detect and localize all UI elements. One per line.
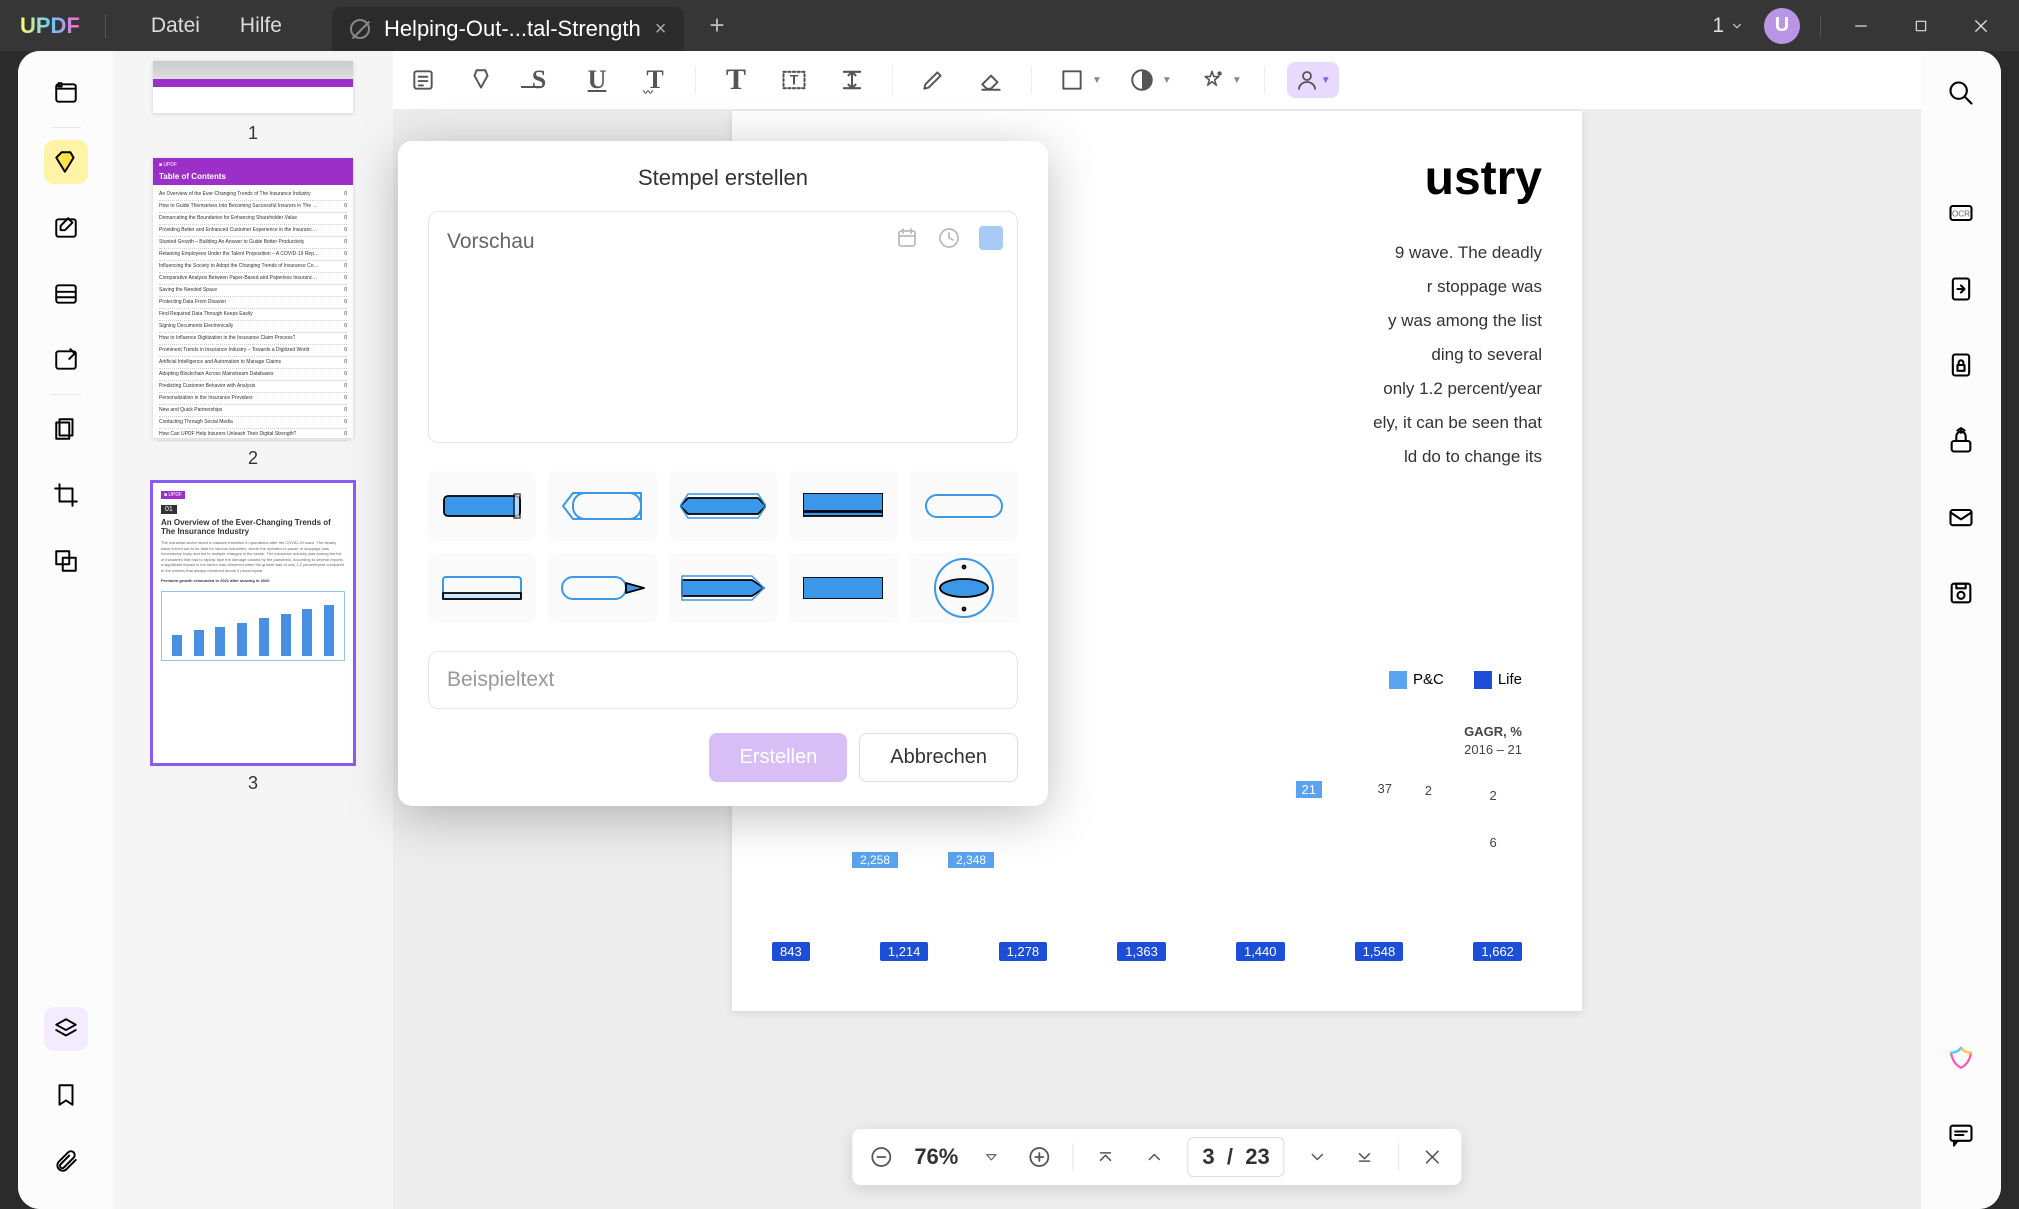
save-button[interactable] <box>1939 571 1983 615</box>
eraser-tool[interactable] <box>973 62 1009 98</box>
share-button[interactable] <box>1939 419 1983 463</box>
right-sidebar: OCR <box>1921 51 2001 1209</box>
prev-page-button[interactable] <box>1139 1142 1169 1172</box>
strikethrough-tool[interactable]: S <box>521 62 557 98</box>
date-toggle-icon[interactable] <box>895 226 919 250</box>
titlebar: UPDF Datei Hilfe Helping-Out-...tal-Stre… <box>0 0 2019 51</box>
shape-tool-dropdown[interactable]: ▼ <box>1054 62 1102 98</box>
zoom-dropdown[interactable] <box>976 1142 1006 1172</box>
stamp-shape-8[interactable] <box>669 553 777 623</box>
close-button[interactable] <box>1961 11 2001 41</box>
pagination-bar: 76% 3 / 23 <box>852 1129 1461 1185</box>
menu-file[interactable]: Datei <box>131 14 220 38</box>
document-tab[interactable]: Helping-Out-...tal-Strength × <box>332 7 684 51</box>
page-number-input[interactable]: 3 / 23 <box>1187 1137 1284 1177</box>
bookmarks-button[interactable] <box>44 1073 88 1117</box>
app-logo: UPDF <box>20 13 80 39</box>
pencil-tool[interactable] <box>915 62 951 98</box>
stamp-shape-5[interactable] <box>910 471 1018 541</box>
svg-text:T: T <box>790 72 799 88</box>
next-page-button[interactable] <box>1303 1142 1333 1172</box>
stamp-shape-9[interactable] <box>789 553 897 623</box>
minimize-button[interactable] <box>1841 11 1881 41</box>
organize-pages-button[interactable] <box>44 407 88 451</box>
thumbnail-1[interactable]: 1 <box>148 61 358 144</box>
textbox-tool[interactable]: T <box>776 62 812 98</box>
email-button[interactable] <box>1939 495 1983 539</box>
add-tab-button[interactable]: + <box>709 10 724 41</box>
chart-legend: P&C Life <box>1389 671 1522 689</box>
user-avatar[interactable]: U <box>1764 8 1800 44</box>
content-area: OCR 1 ■ UPDFTable of Contents An Overvie… <box>18 51 2001 1209</box>
cancel-button[interactable]: Abbrechen <box>859 733 1018 782</box>
close-pagination-button[interactable] <box>1418 1142 1448 1172</box>
page-tools-button[interactable] <box>44 272 88 316</box>
thumbnail-3[interactable]: ■ UPDF 01 An Overview of the Ever-Changi… <box>148 483 358 794</box>
dialog-title: Stempel erstellen <box>428 165 1018 191</box>
last-page-button[interactable] <box>1351 1142 1381 1172</box>
stamp-shape-3[interactable] <box>669 471 777 541</box>
compare-button[interactable] <box>44 539 88 583</box>
annotation-toolbar: S U T〰 T T ▼ ▼ ▼ ▼ <box>393 51 1921 109</box>
maximize-button[interactable] <box>1901 11 1941 41</box>
search-button[interactable] <box>1939 71 1983 115</box>
sticker-tool-dropdown[interactable]: ▼ <box>1194 62 1242 98</box>
tab-unsaved-icon <box>350 19 370 39</box>
note-tool[interactable] <box>405 62 441 98</box>
edit-mode-button[interactable] <box>44 206 88 250</box>
window-count-dropdown[interactable]: 1 <box>1712 14 1744 38</box>
create-button[interactable]: Erstellen <box>709 733 847 782</box>
convert-button[interactable] <box>1939 267 1983 311</box>
reader-mode-button[interactable] <box>44 71 88 115</box>
menu-help[interactable]: Hilfe <box>220 14 302 38</box>
tab-title: Helping-Out-...tal-Strength <box>384 16 641 42</box>
squiggly-tool[interactable]: T〰 <box>637 62 673 98</box>
tab-close-button[interactable]: × <box>655 18 667 41</box>
first-page-button[interactable] <box>1091 1142 1121 1172</box>
form-mode-button[interactable] <box>44 338 88 382</box>
time-toggle-icon[interactable] <box>937 226 961 250</box>
thumbnail-panel: 1 ■ UPDFTable of Contents An Overview of… <box>113 51 393 1209</box>
stamp-preview: Vorschau <box>428 211 1018 443</box>
left-sidebar <box>18 51 113 1209</box>
stamp-shape-4[interactable] <box>789 471 897 541</box>
chart-bars: 2,2582,3488431,2141,2781,3631,4401,5481,… <box>772 942 1522 961</box>
create-stamp-dialog: Stempel erstellen Vorschau Beispieltext … <box>398 141 1048 806</box>
zoom-level: 76% <box>914 1144 958 1170</box>
text-tool[interactable]: T <box>718 62 754 98</box>
highlight-tool[interactable] <box>463 62 499 98</box>
stamp-shape-1[interactable] <box>428 471 536 541</box>
comment-mode-button[interactable] <box>44 140 88 184</box>
protect-button[interactable] <box>1939 343 1983 387</box>
zoom-in-button[interactable] <box>1024 1142 1054 1172</box>
underline-tool[interactable]: U <box>579 62 615 98</box>
stamp-shape-6[interactable] <box>428 553 536 623</box>
crop-button[interactable] <box>44 473 88 517</box>
stamp-color-swatch[interactable] <box>979 226 1003 250</box>
callout-tool[interactable] <box>834 62 870 98</box>
cagr-label: GAGR, % 2016 – 21 2 6 <box>1464 723 1522 852</box>
thumbnail-2[interactable]: ■ UPDFTable of Contents An Overview of t… <box>148 158 358 469</box>
stamp-shape-grid <box>428 471 1018 623</box>
zoom-out-button[interactable] <box>866 1142 896 1172</box>
stamp-shape-2[interactable] <box>548 471 656 541</box>
ai-button[interactable] <box>1939 1037 1983 1081</box>
attachments-button[interactable] <box>44 1139 88 1183</box>
stamp-shape-10[interactable] <box>910 553 1018 623</box>
stamp-text-input[interactable]: Beispieltext <box>428 651 1018 709</box>
thumbnails-toggle[interactable] <box>44 1007 88 1051</box>
stamp-tool-dropdown[interactable]: ▼ <box>1124 62 1172 98</box>
divider <box>105 14 106 38</box>
svg-text:OCR: OCR <box>1952 210 1970 219</box>
stamp-shape-7[interactable] <box>548 553 656 623</box>
comments-panel-button[interactable] <box>1939 1113 1983 1157</box>
signature-tool-dropdown[interactable]: ▼ <box>1287 62 1339 98</box>
ocr-button[interactable]: OCR <box>1939 191 1983 235</box>
